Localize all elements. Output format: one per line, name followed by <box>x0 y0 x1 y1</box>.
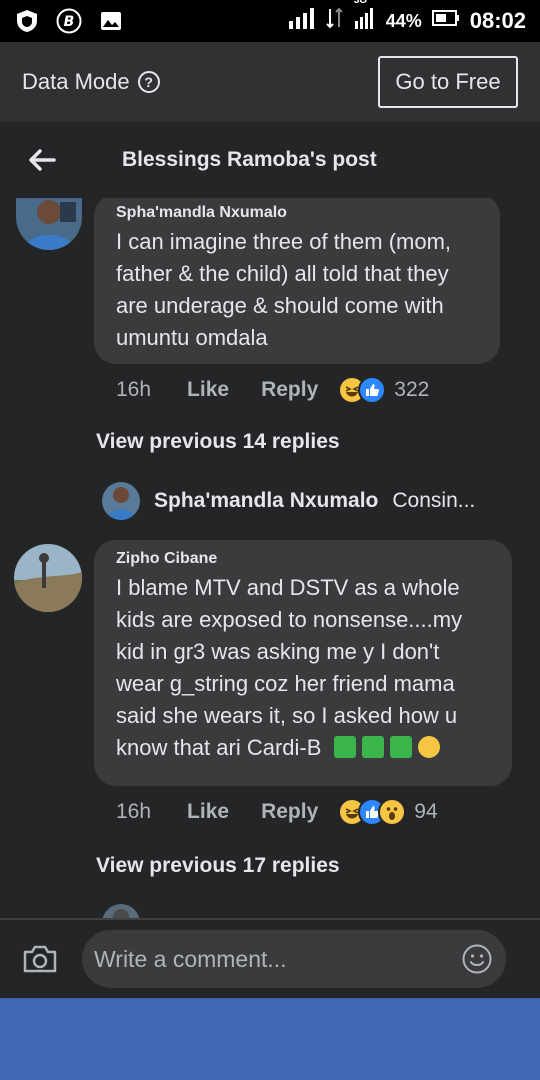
comments-thread[interactable]: Spha'mandla Nxumalo I can imagine three … <box>0 198 540 918</box>
comment-actions: 16h Like Reply 322 <box>116 376 429 404</box>
view-previous-replies-link[interactable]: View previous 17 replies <box>96 854 340 878</box>
avatar[interactable] <box>14 544 82 612</box>
like-button[interactable]: Like <box>187 800 229 824</box>
pleading-face-emoji-icon <box>417 736 440 758</box>
battery-icon <box>431 9 460 33</box>
like-reaction-icon <box>358 376 387 404</box>
view-previous-replies-link[interactable]: View previous 14 replies <box>96 430 340 454</box>
network-type: 3G <box>353 0 368 6</box>
data-transfer-icon <box>325 7 344 35</box>
reply-author: Spha'mandla Nxumalo <box>154 489 379 512</box>
status-bar: B 3G 44% 08:02 <box>0 0 540 42</box>
comment-time: 16h <box>116 378 152 401</box>
reply-avatar[interactable] <box>102 904 140 918</box>
battery-percent: 44% <box>385 10 422 31</box>
reaction-count: 94 <box>414 800 438 823</box>
reply-button[interactable]: Reply <box>261 800 318 824</box>
image-icon <box>98 8 124 34</box>
mother-emoji-icon <box>389 736 412 758</box>
help-icon[interactable]: ? <box>137 71 160 93</box>
comment-bubble[interactable]: Zipho Cibane I blame MTV and DSTV as a w… <box>94 540 512 786</box>
reaction-count: 322 <box>394 378 430 401</box>
comment-bubble[interactable]: Spha'mandla Nxumalo I can imagine three … <box>94 198 500 364</box>
reply-snippet: Consin... <box>392 489 476 512</box>
comment-author[interactable]: Zipho Cibane <box>116 550 490 568</box>
reply-preview[interactable]: Spha'mandla Nxumalo Consin... <box>102 482 475 520</box>
back-arrow-icon[interactable] <box>26 144 58 176</box>
post-header: Blessings Ramoba's post <box>0 122 540 198</box>
wow-reaction-icon <box>378 798 407 826</box>
reactions[interactable]: 94 <box>338 798 438 826</box>
comment-input[interactable]: Write a comment... <box>82 930 506 988</box>
svg-text:B: B <box>64 14 75 30</box>
clock: 08:02 <box>469 8 526 33</box>
reply-button[interactable]: Reply <box>261 378 318 402</box>
comment-text-body: I blame MTV and DSTV as a whole kids are… <box>116 575 463 760</box>
emoji-smile-icon[interactable] <box>460 942 494 976</box>
comment-composer: Write a comment... <box>0 920 540 998</box>
data-mode-label: Data Mode <box>22 69 130 94</box>
comment-author[interactable]: Spha'mandla Nxumalo <box>116 204 478 222</box>
network-3g-signal: 3G <box>354 0 376 35</box>
mother-emoji-icon <box>361 736 384 758</box>
b-app-icon: B <box>56 8 82 34</box>
avatar[interactable] <box>16 198 82 250</box>
mother-emoji-icon <box>333 736 356 758</box>
page-title: Blessings Ramoba's post <box>122 148 377 171</box>
bottom-bar <box>0 998 540 1080</box>
comment-text: I can imagine three of them (mom, father… <box>116 229 452 350</box>
go-to-free-button[interactable]: Go to Free <box>378 56 518 108</box>
comment-input-placeholder[interactable]: Write a comment... <box>94 946 460 973</box>
signal-icon <box>288 7 316 35</box>
reactions[interactable]: 322 <box>338 376 429 404</box>
data-mode-toggle[interactable]: Data Mode ? <box>22 69 160 95</box>
reply-avatar[interactable] <box>102 482 140 520</box>
comment-time: 16h <box>116 800 152 823</box>
comment-text: I blame MTV and DSTV as a whole kids are… <box>116 572 490 764</box>
comment-actions: 16h Like Reply 94 <box>116 798 438 826</box>
camera-icon[interactable] <box>20 939 60 979</box>
data-mode-bar: Data Mode ? Go to Free <box>0 42 540 122</box>
like-button[interactable]: Like <box>187 378 229 402</box>
shield-icon <box>14 8 40 34</box>
